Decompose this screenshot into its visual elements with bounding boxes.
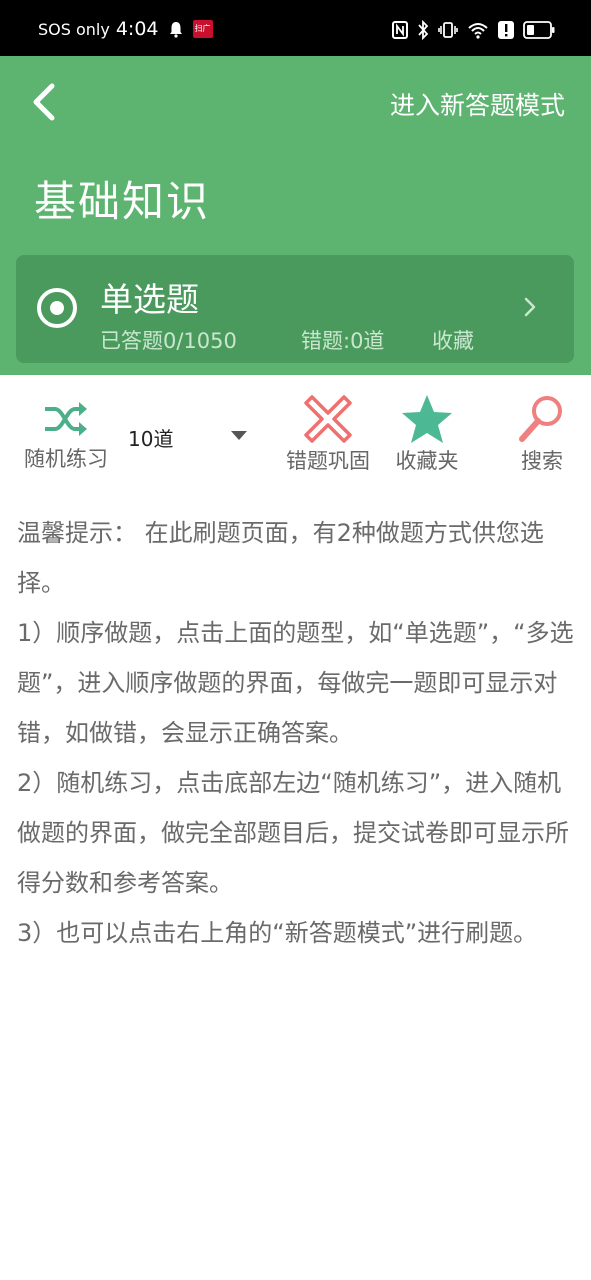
tips-text: 温馨提示： 在此刷题页面，有2种做题方式供您选择。 1）顺序做题，点击上面的题型…: [17, 508, 577, 958]
caret-down-icon: [231, 431, 247, 440]
status-bar: SOS only 4:04 扫广: [0, 0, 591, 56]
favorites-label: 收藏夹: [395, 449, 459, 473]
search-label: 搜索: [521, 449, 563, 473]
card-title: 单选题: [100, 280, 199, 319]
vibrate-icon: [438, 22, 458, 38]
bell-icon: [169, 22, 182, 38]
header: 进入新答题模式 基础知识 单选题 已答题0/1050 错题:0道 收藏: [0, 56, 591, 375]
app-notification-icon: 扫广: [192, 20, 213, 38]
nfc-icon: [392, 21, 408, 39]
page-title: 基础知识: [34, 177, 211, 226]
tip-sequential: 1）顺序做题，点击上面的题型，如“单选题”，“多选题”，进入顺序做题的界面，每做…: [17, 619, 574, 747]
chevron-right-icon: [524, 297, 536, 317]
bluetooth-icon: [418, 20, 429, 40]
status-right: [392, 20, 555, 40]
tip-random: 2）随机练习，点击底部左边“随机练习”，进入随机做题的界面，做完全部题目后，提交…: [17, 769, 569, 897]
shuffle-icon: [45, 402, 87, 436]
cross-icon: [304, 395, 352, 443]
search-button[interactable]: 搜索: [514, 393, 570, 475]
star-icon: [402, 395, 452, 443]
card-stats: 已答题0/1050 错题:0道 收藏: [100, 325, 474, 355]
favorites-button[interactable]: 收藏夹: [390, 393, 464, 475]
wrong-count: 错题:0道: [301, 329, 385, 353]
back-button[interactable]: [24, 78, 68, 126]
radio-icon: [37, 288, 77, 328]
question-count-value: 10道: [128, 427, 174, 451]
answered-count: 已答题0/1050: [100, 329, 237, 353]
clock: 4:04: [115, 18, 159, 40]
alert-icon: [498, 21, 514, 39]
mistake-review-label: 错题巩固: [286, 449, 370, 473]
battery-icon: [523, 21, 555, 39]
random-practice-label: 随机练习: [24, 447, 108, 471]
single-choice-card[interactable]: 单选题 已答题0/1050 错题:0道 收藏: [16, 255, 574, 363]
new-answer-mode-link[interactable]: 进入新答题模式: [390, 86, 565, 122]
wifi-icon: [468, 23, 488, 39]
mistake-review-button[interactable]: 错题巩固: [280, 393, 376, 475]
random-practice-button[interactable]: 随机练习: [18, 395, 114, 473]
tip-intro: 温馨提示： 在此刷题页面，有2种做题方式供您选择。: [17, 519, 544, 597]
status-left: SOS only 4:04 扫广: [38, 18, 213, 40]
carrier-text: SOS only: [38, 19, 110, 39]
favorite-label: 收藏: [432, 329, 474, 353]
toolbar: 随机练习 10道 错题巩固 收藏夹 搜索: [0, 375, 591, 485]
search-icon: [519, 396, 562, 442]
question-count-dropdown[interactable]: 10道: [128, 421, 253, 451]
tip-new-mode: 3）也可以点击右上角的“新答题模式”进行刷题。: [17, 919, 538, 947]
